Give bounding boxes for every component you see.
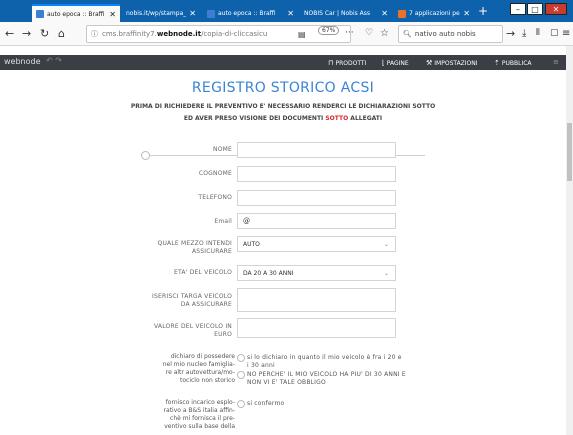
page-content: REGISTRO STORICO ACSI PRIMA DI RICHIEDER… <box>0 70 566 435</box>
bookmark-star-icon[interactable]: ☆ <box>380 27 389 40</box>
tab-close-icon[interactable]: ✕ <box>287 9 294 18</box>
library-icon[interactable]: ⫴ <box>536 27 540 40</box>
eta-select[interactable]: DA 20 A 30 ANNI ⌄ <box>237 265 396 281</box>
intro-text: PRIMA DI RICHIEDERE IL PREVENTIVO E' NEC… <box>130 103 436 122</box>
sidebar-icon[interactable]: ▢ <box>550 27 559 40</box>
zoom-indicator[interactable]: 67% <box>318 26 340 35</box>
email-label: Email <box>214 218 232 225</box>
scrollbar-thumb[interactable] <box>567 123 572 181</box>
eta-selected-value: DA 20 A 30 ANNI <box>243 269 294 277</box>
publish-icon: ⇡ <box>494 59 500 67</box>
radio-si-dichiaro-label: si lo dichiaro in quanto il mio veicolo … <box>247 354 402 369</box>
minimize-button[interactable]: – <box>510 3 526 15</box>
tab-close-icon[interactable]: ✕ <box>109 10 116 19</box>
telefono-input[interactable] <box>237 190 396 206</box>
page-actions-button[interactable]: ··· <box>345 27 354 40</box>
tab-auto-epoca[interactable]: auto epoca :: Braffi ✕ <box>203 5 298 22</box>
sotto-link[interactable]: SOTTO <box>325 115 348 122</box>
webnode-logo[interactable]: webnode <box>4 57 41 66</box>
wrench-icon: ⚒ <box>426 59 433 67</box>
close-window-button[interactable]: ✕ <box>545 3 567 15</box>
tab-label: nobis.it/wp/stampa_t <box>126 10 187 17</box>
tab-applicazioni[interactable]: 7 applicazioni per ✕ <box>394 5 474 22</box>
pages-icon: ⌊ <box>382 59 385 67</box>
webnode-favicon-icon <box>36 10 44 18</box>
tab-nobis-stampa[interactable]: nobis.it/wp/stampa_t ✕ <box>122 5 200 22</box>
forward-button[interactable]: → <box>22 27 31 40</box>
targa-input[interactable] <box>237 288 396 312</box>
valore-input[interactable] <box>237 318 396 338</box>
tab-close-icon[interactable]: ✕ <box>463 9 470 18</box>
app-favicon-icon <box>398 9 406 18</box>
telefono-label: TELEFONO <box>198 194 232 201</box>
declaration-incarico-label: fornisco incarico esplo- rativo a B&S it… <box>163 399 235 430</box>
url-text: cms.braffinity7.webnode.it/copia-di-clic… <box>102 30 268 38</box>
radio-si-confermo[interactable] <box>237 400 245 408</box>
radio-si-confermo-label: si confermo <box>247 400 285 407</box>
webnode-favicon-icon <box>207 9 215 18</box>
tab-label: auto epoca :: Braffi <box>47 10 105 18</box>
page-scrollbar[interactable] <box>566 46 573 435</box>
pages-menu-item[interactable]: ⌊ PAGINE <box>382 59 409 67</box>
tab-label: NOBIS Car | Nobis Ass <box>304 10 371 17</box>
settings-menu-item[interactable]: ⚒ IMPOSTAZIONI <box>426 59 478 67</box>
tab-nobis-car[interactable]: NOBIS Car | Nobis Ass ✕ <box>300 5 392 22</box>
valore-label: VALORE DEL VEICOLO IN EURO <box>154 323 232 338</box>
pocket-icon[interactable]: ♡ <box>365 27 373 40</box>
info-icon[interactable]: ⓘ <box>91 29 98 39</box>
declaration-possesso-label: dichiaro di possedere nel mio nucleo fam… <box>162 353 235 384</box>
products-menu-item[interactable]: ⊓ PRODOTTI <box>328 59 366 67</box>
tab-strip: auto epoca :: Braffi ✕ nobis.it/wp/stamp… <box>0 0 573 22</box>
back-button[interactable]: ← <box>5 27 14 40</box>
email-input[interactable]: @ <box>237 213 396 229</box>
tab-close-icon[interactable]: ✕ <box>381 9 388 18</box>
tab-label: auto epoca :: Braffi <box>218 10 276 17</box>
editor-menu-icon[interactable]: ≡ <box>553 58 559 66</box>
undo-redo-icon[interactable]: ↶ ↷ <box>46 56 62 65</box>
reload-button[interactable]: ↻ <box>40 27 49 40</box>
new-tab-button[interactable]: + <box>478 5 488 17</box>
search-go-button[interactable]: → <box>506 27 515 40</box>
radio-no-perche-label: NO PERCHE' IL MIO VEICOLO HA PIU' DI 30 … <box>247 371 406 386</box>
tab-close-icon[interactable]: ✕ <box>189 9 196 18</box>
maximize-button[interactable]: □ <box>527 3 543 15</box>
home-button[interactable]: ⌂ <box>58 27 65 40</box>
webnode-toolbar: webnode ↶ ↷ ⊓ PRODOTTI ⌊ PAGINE ⚒ IMPOST… <box>0 55 566 70</box>
nome-label: NOME <box>213 146 232 153</box>
cart-icon: ⊓ <box>328 59 334 67</box>
cognome-input[interactable] <box>237 166 396 182</box>
chevron-down-icon: ⌄ <box>383 270 389 277</box>
email-value: @ <box>243 217 250 225</box>
mezzo-selected-value: AUTO <box>243 240 260 248</box>
radio-si-dichiaro[interactable] <box>237 354 245 362</box>
mezzo-select[interactable]: AUTO ⌄ <box>237 236 396 252</box>
url-bar[interactable]: ⓘ cms.braffinity7.webnode.it/copia-di-cl… <box>86 25 351 43</box>
page-title: REGISTRO STORICO ACSI <box>191 80 375 96</box>
search-bar[interactable]: 🔍︎ nativo auto nobis <box>398 25 503 43</box>
radio-no-perche[interactable] <box>237 371 245 379</box>
tab-label: 7 applicazioni per <box>409 10 461 17</box>
nome-input[interactable] <box>237 142 396 158</box>
mezzo-label: QUALE MEZZO INTENDI ASSICURARE <box>157 240 232 255</box>
publish-menu-item[interactable]: ⇡ PUBBLICA <box>494 59 532 67</box>
reader-view-icon[interactable]: ▤ <box>298 28 306 41</box>
download-icon[interactable]: ⤓ <box>522 27 526 40</box>
cognome-label: COGNOME <box>198 170 232 177</box>
chevron-down-icon: ⌄ <box>383 241 389 248</box>
navigation-bar: ← → ↻ ⌂ ⓘ cms.braffinity7.webnode.it/cop… <box>0 22 573 46</box>
eta-label: ETA' DEL VEICOLO <box>174 269 232 276</box>
search-text: nativo auto nobis <box>414 30 476 38</box>
tab-auto-epoca-active[interactable]: auto epoca :: Braffi ✕ <box>32 4 120 22</box>
search-icon: 🔍︎ <box>403 30 412 38</box>
menu-icon[interactable]: ≡ <box>562 27 570 40</box>
targa-label: ISERISCI TARGA VEICOLO DA ASSICURARE <box>152 293 232 308</box>
